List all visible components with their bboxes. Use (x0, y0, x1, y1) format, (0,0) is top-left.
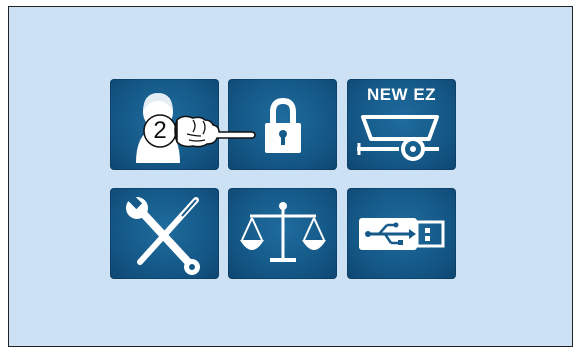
usb-tile[interactable] (347, 188, 456, 279)
tools-wrench-screwdriver-icon (126, 194, 200, 275)
scale-tile[interactable] (228, 188, 337, 279)
tools-tile[interactable] (110, 188, 219, 279)
device-screen: NEW EZ 2 (8, 6, 573, 347)
new-ez-tile[interactable]: NEW EZ (347, 79, 456, 170)
balance-scale-icon (240, 202, 326, 262)
step-number: 2 (153, 117, 167, 144)
step-callout: 2 (139, 110, 299, 154)
pointing-hand-icon (174, 115, 256, 148)
trailer-icon (357, 115, 439, 161)
usb-icon (359, 218, 445, 250)
